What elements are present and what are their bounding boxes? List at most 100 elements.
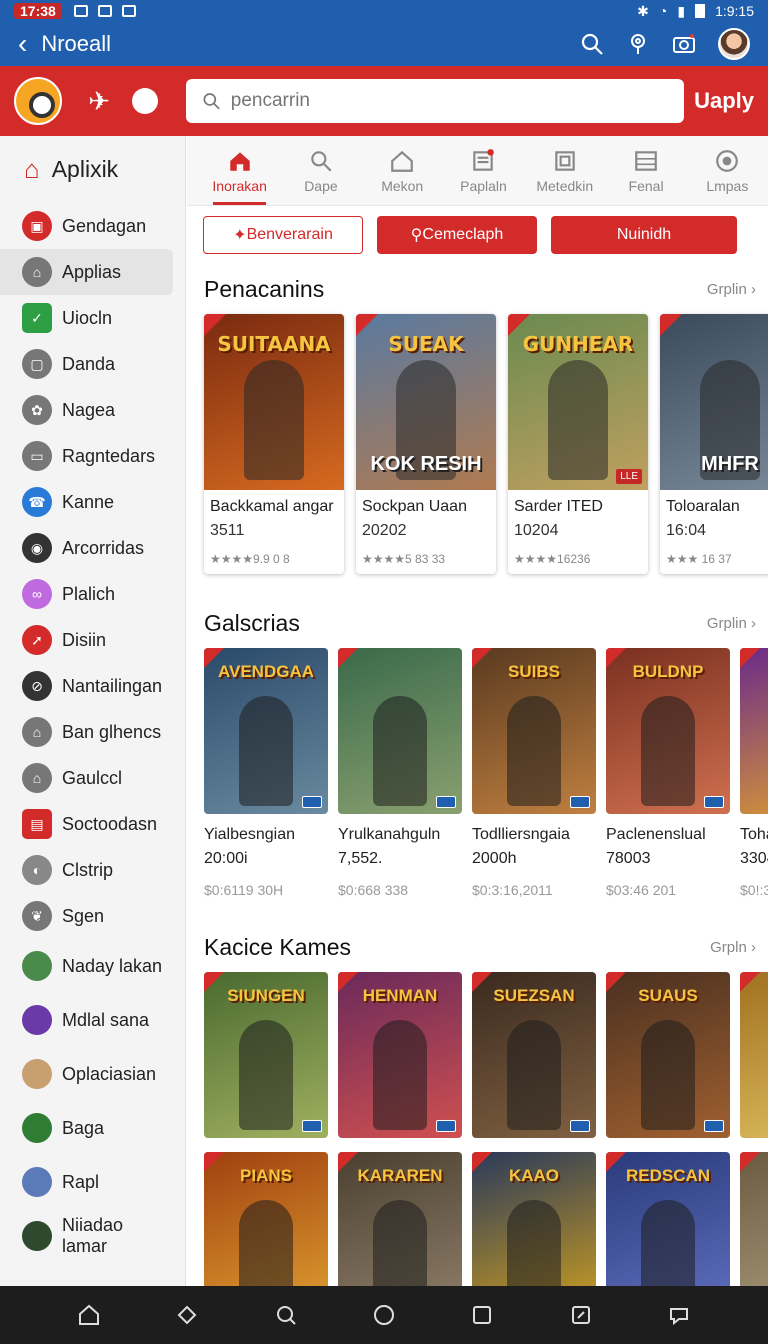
filter-chip-1[interactable]: ⚲ Cemeclaph [377,216,537,254]
chat-nav-icon[interactable] [667,1303,691,1327]
sidebar-item[interactable]: ⌂ Gaulccl [0,755,173,801]
game-card[interactable]: GUNHEAR LLE Sarder ITED 10204 ★★★★16236 [508,314,648,574]
tab-4[interactable]: Metedkin [524,136,605,205]
sidebar-item[interactable]: ▢ Danda [0,341,173,387]
game-tile[interactable]: KAAO [472,1152,596,1286]
sidebar-item[interactable]: ◉ Arcorridas [0,525,173,571]
sidebar-item[interactable]: ⊘ Nantailingan [0,663,173,709]
kacice-row-2: PIANS KARAREN KAAO REDSCAN [187,1152,768,1286]
sidebar-item-label: Gendagan [62,215,147,236]
calendar-check-icon: ✓ [22,303,52,333]
sidebar-item[interactable]: ⌂ Applias [0,249,173,295]
signal-icon: ▮ [677,2,686,19]
search-box[interactable] [186,79,684,123]
tab-0[interactable]: Inorakan [199,136,280,205]
game-name: Yialbesngian [204,826,296,843]
game-tile[interactable]: Yrulkanahguln 7,552. $0:668 338 [338,648,462,898]
cover-title: CLI [740,662,768,682]
sidebar-item[interactable]: ∞ Plalich [0,571,173,617]
game-card[interactable]: SUITAANA Backkamal angar 3511 ★★★★9.9 0 8 [204,314,344,574]
game-tile[interactable]: HENMAN [338,972,462,1138]
sidebar-item[interactable]: Naday lakan [0,939,173,993]
sidebar-item[interactable]: Baga [0,1101,173,1155]
search-band: ✈ Uaply [0,66,768,136]
tab-1[interactable]: Dape [280,136,361,205]
recents-nav-icon[interactable] [470,1303,494,1327]
sidebar-item[interactable]: ➚ Disiin [0,617,173,663]
game-tile[interactable]: SUAUS [606,972,730,1138]
game-tile[interactable]: BULDNP Paclenenslual 78003 $03:46 201 [606,648,730,898]
game-cover-art: SUEAK KOK RESIH [356,314,496,490]
phone-icon: ☎ [22,487,52,517]
filter-label: Nuinidh [616,226,672,243]
camera-icon[interactable] [672,32,696,56]
home-icon: ⌂ [22,257,52,287]
see-more-link[interactable]: Grpln › [710,939,756,956]
game-card[interactable]: SUEAK KOK RESIH Sockpan Uaan 20202 ★★★★5 83 … [356,314,496,574]
game-tile[interactable]: SUIBS Todlliersngaia 2000h $0:3:16,2011 [472,648,596,898]
sidebar-item[interactable]: ▣ Gendagan [0,203,173,249]
section-header-kacice: Kacice Kames Grpln › [187,922,768,972]
home-circle-nav-icon[interactable] [372,1303,396,1327]
search-input[interactable] [230,90,668,112]
see-more-link[interactable]: Grplin › [707,281,756,298]
see-more-link[interactable]: Grplin › [707,615,756,632]
sidebar-item[interactable]: ❦ Sgen [0,893,173,939]
sidebar-title: Aplixik [51,156,119,182]
sidebar-item-label: Naday lakan [62,955,163,976]
game-tile[interactable]: SIUNGEN [204,972,328,1138]
filter-chip-0[interactable]: ✦ Benverarain [203,216,363,254]
platform-badge-icon [704,1120,724,1132]
game-cover-art: GUNHEAR LLE [508,314,648,490]
game-name: Todlliersngaia [472,826,570,843]
apply-button[interactable]: Uaply [694,88,754,114]
game-card[interactable]: MHFR Toloaralan 16:04 ★★★ 16 37 [660,314,768,574]
game-cover-art: SUAUS [606,972,730,1138]
app-logo[interactable] [14,77,62,125]
game-tile[interactable]: KARAREN [338,1152,462,1286]
tab-2[interactable]: Mekon [362,136,443,205]
game-tile[interactable]: S [740,972,768,1138]
game-tile[interactable]: CLI Tohane 3304 $0!:38 [740,648,768,898]
card-info: Toloaralan 16:04 ★★★ 16 37 [660,490,768,574]
sidebar-item[interactable]: Niiadao lamar [0,1209,173,1263]
game-cover-art: SUIBS [472,648,596,814]
record-dot-icon[interactable] [132,88,158,114]
status-clock: 1:9:15 [715,3,754,19]
sidebar-item[interactable]: ✿ Nagea [0,387,173,433]
sidebar-item-label: Mdlal sana [62,1009,150,1030]
game-cover-art: BULDNP [606,648,730,814]
sidebar-item[interactable]: Rapl [0,1155,173,1209]
airplane-icon[interactable]: ✈ [84,86,114,116]
sidebar-item[interactable]: ◐ Clstrip [0,847,173,893]
game-tile[interactable]: SUEZSAN [472,972,596,1138]
sidebar-item[interactable]: Mdlal sana [0,993,173,1047]
game-tile[interactable]: AVENDGAA Yialbesngian 20:00i $0:6119 30H [204,648,328,898]
tab-3[interactable]: Paplaln [443,136,524,205]
tab-6[interactable]: Lmpas [687,136,768,205]
game-tile[interactable]: REDSCAN [606,1152,730,1286]
user-avatar[interactable] [718,28,750,60]
filter-chip-2[interactable]: Nuinidh [551,216,737,254]
platform-badge-icon [570,1120,590,1132]
sidebar-item[interactable]: ☎ Kanne [0,479,173,525]
location-icon[interactable] [626,32,650,56]
cover-title: KAAO [508,1166,560,1185]
game-meta: 78003 [606,850,651,867]
bookmark-nav-icon[interactable] [175,1303,199,1327]
game-name: Toloaralan [666,498,740,515]
sidebar-item[interactable]: ▤ Soctoodasn [0,801,173,847]
search-nav-icon[interactable] [274,1303,298,1327]
sidebar-item[interactable]: Oplaciasian [0,1047,173,1101]
tab-5[interactable]: Fenal [605,136,686,205]
sidebar-item[interactable]: ✓ Uiocln [0,295,173,341]
sidebar-header[interactable]: ⌂ Aplixik [0,136,185,203]
game-tile[interactable]: PIANS [204,1152,328,1286]
back-arrow-icon[interactable]: ‹ [18,30,27,58]
sidebar-item[interactable]: ⌂ Ban glhencs [0,709,173,755]
game-tile[interactable] [740,1152,768,1286]
home-nav-icon[interactable] [77,1303,101,1327]
edit-nav-icon[interactable] [569,1303,593,1327]
sidebar-item[interactable]: ▭ Ragntedars [0,433,173,479]
search-icon[interactable] [580,32,604,56]
